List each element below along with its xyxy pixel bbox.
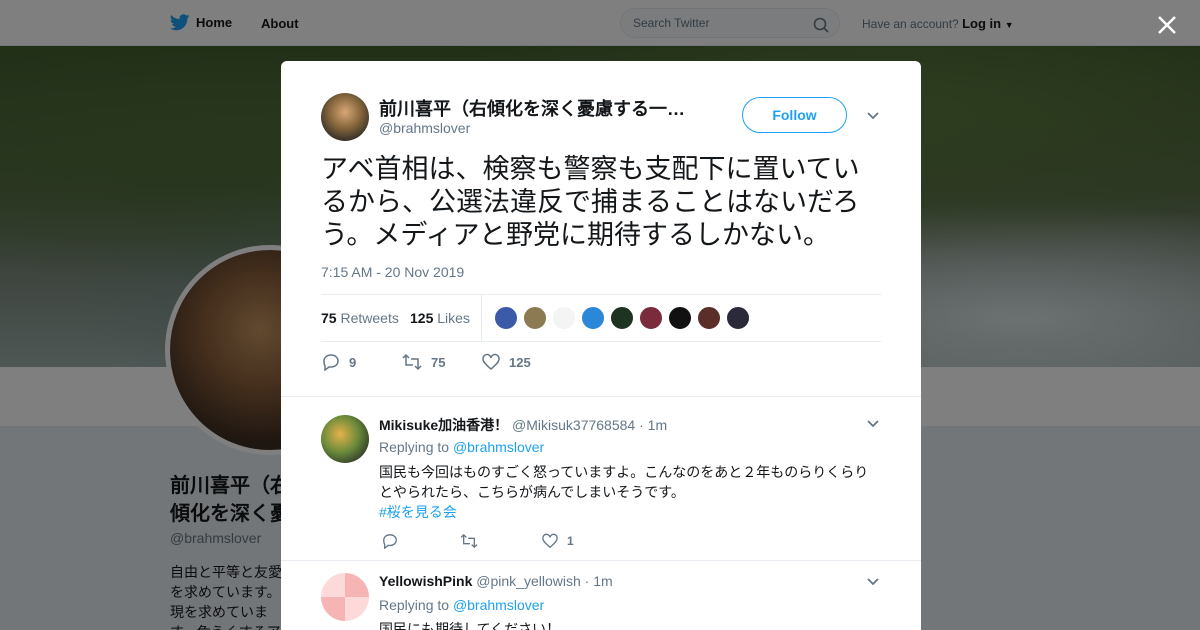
retweet-icon bbox=[460, 533, 478, 549]
mention-link[interactable]: @brahmslover bbox=[453, 439, 544, 455]
reply-header: Mikisuke加油香港！ @Mikisuk37768584 · 1m bbox=[379, 415, 667, 435]
retweets-stat[interactable]: 75 Retweets bbox=[321, 310, 399, 326]
reply-author-name[interactable]: Mikisuke加油香港！ bbox=[379, 417, 508, 433]
replying-to: Replying to @brahmslover bbox=[379, 439, 545, 455]
tweet-timestamp[interactable]: 7:15 AM - 20 Nov 2019 bbox=[321, 264, 464, 280]
chevron-down-icon[interactable] bbox=[866, 417, 880, 431]
reply-icon bbox=[323, 354, 339, 371]
reply-text: 国民にも期待してください！ bbox=[379, 621, 561, 630]
liker-avatar[interactable] bbox=[494, 306, 518, 330]
retweet-action[interactable] bbox=[459, 533, 487, 549]
chevron-down-icon[interactable] bbox=[866, 109, 880, 123]
list-item[interactable]: Mikisuke加油香港！ @Mikisuk37768584 · 1m Repl… bbox=[281, 396, 921, 560]
tweet-actions: 9 75 125 bbox=[321, 351, 721, 375]
reply-time[interactable]: 1m bbox=[593, 573, 612, 589]
like-action[interactable]: 1 bbox=[541, 533, 574, 549]
stats-divider bbox=[481, 295, 482, 341]
liker-avatar[interactable] bbox=[523, 306, 547, 330]
chevron-down-icon[interactable] bbox=[866, 575, 880, 589]
reply-action[interactable] bbox=[381, 533, 407, 549]
follow-button[interactable]: Follow bbox=[742, 97, 847, 133]
avatar[interactable] bbox=[321, 573, 369, 621]
reply-action[interactable]: 9 bbox=[321, 353, 356, 371]
liker-avatar[interactable] bbox=[668, 306, 692, 330]
tweet-modal: 前川喜平（右傾化を深く憂慮する一… @brahmslover Follow アベ… bbox=[281, 61, 921, 630]
reply-author-handle[interactable]: @Mikisuk37768584 bbox=[512, 417, 635, 433]
likes-stat[interactable]: 125 Likes bbox=[410, 310, 470, 326]
reply-list: Mikisuke加油香港！ @Mikisuk37768584 · 1m Repl… bbox=[281, 396, 921, 630]
separator-dot: · bbox=[639, 417, 644, 433]
retweet-icon bbox=[402, 353, 422, 371]
liker-avatar[interactable] bbox=[639, 306, 663, 330]
tweet-text: アベ首相は、検察も警察も支配下に置いているから、公選法違反で捕まることはないだろ… bbox=[321, 154, 860, 250]
mention-link[interactable]: @brahmslover bbox=[453, 597, 544, 613]
tweet-header: 前川喜平（右傾化を深く憂慮する一… @brahmslover Follow bbox=[321, 93, 881, 141]
tweet-author-avatar[interactable] bbox=[321, 93, 369, 141]
retweet-action[interactable]: 75 bbox=[401, 353, 445, 371]
tweet-stats: 75 Retweets 125 Likes bbox=[321, 294, 881, 342]
like-action[interactable]: 125 bbox=[481, 353, 531, 371]
liker-avatar[interactable] bbox=[610, 306, 634, 330]
reply-icon bbox=[383, 534, 397, 549]
reply-actions: 1 bbox=[381, 533, 681, 553]
avatar[interactable] bbox=[321, 415, 369, 463]
reply-author-handle[interactable]: @pink_yellowish bbox=[476, 573, 580, 589]
tweet-author-name[interactable]: 前川喜平（右傾化を深く憂慮する一… bbox=[379, 95, 699, 121]
list-item[interactable]: YellowishPink @pink_yellowish · 1m Reply… bbox=[281, 560, 921, 630]
reply-time[interactable]: 1m bbox=[648, 417, 667, 433]
separator-dot: · bbox=[584, 573, 590, 589]
close-icon[interactable] bbox=[1154, 12, 1180, 38]
heart-icon bbox=[542, 533, 558, 549]
replying-to: Replying to @brahmslover bbox=[379, 597, 545, 613]
reply-text: 国民も今回はものすごく怒っていますよ。こんなのをあと２年ものらりくらりとやられた… bbox=[379, 464, 869, 520]
liker-avatar[interactable] bbox=[726, 306, 750, 330]
reply-author-name[interactable]: YellowishPink bbox=[379, 573, 472, 589]
liker-avatar[interactable] bbox=[697, 306, 721, 330]
liker-avatar[interactable] bbox=[552, 306, 576, 330]
liker-avatars bbox=[494, 306, 750, 330]
heart-icon bbox=[482, 353, 500, 370]
liker-avatar[interactable] bbox=[581, 306, 605, 330]
reply-header: YellowishPink @pink_yellowish · 1m bbox=[379, 573, 613, 589]
tweet-author-handle[interactable]: @brahmslover bbox=[379, 120, 470, 136]
hashtag-link[interactable]: #桜を見る会 bbox=[379, 504, 457, 520]
